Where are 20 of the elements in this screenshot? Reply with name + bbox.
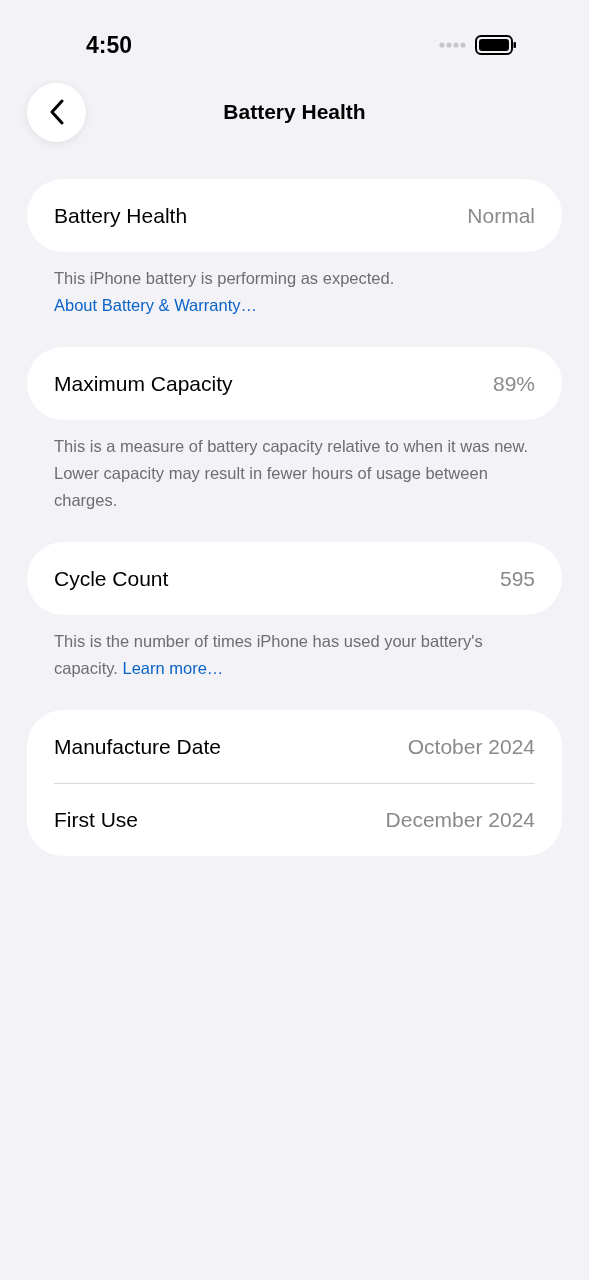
footer-link[interactable]: Learn more… xyxy=(122,659,224,677)
row-value: December 2024 xyxy=(385,807,535,834)
section-footer: This is the number of times iPhone has used your battery's capacity. Learn more… xyxy=(27,615,562,682)
page-title: Battery Health xyxy=(223,99,366,126)
row-value: 89% xyxy=(492,370,535,397)
section-footer: This is a measure of battery capacity relative to when it was new. Lower capacity may result in fewer hours of usage between charges. xyxy=(27,420,562,514)
row-value: 595 xyxy=(499,565,535,592)
status-time: 4:50 xyxy=(86,30,133,60)
battery-icon xyxy=(475,35,517,55)
signal-icon xyxy=(439,42,467,48)
row-value: Normal xyxy=(467,202,535,229)
row-label: Cycle Count xyxy=(54,565,169,592)
row-label: Battery Health xyxy=(54,202,188,229)
row-label: Maximum Capacity xyxy=(54,370,233,397)
section-footer: This iPhone battery is performing as expected. About Battery & Warranty… xyxy=(27,252,562,319)
row-value: October 2024 xyxy=(407,733,535,760)
back-chevron-icon xyxy=(48,99,65,125)
row-label: Manufacture Date xyxy=(54,733,221,760)
row-label: First Use xyxy=(54,807,138,834)
footer-link[interactable]: About Battery & Warranty… xyxy=(54,296,257,314)
